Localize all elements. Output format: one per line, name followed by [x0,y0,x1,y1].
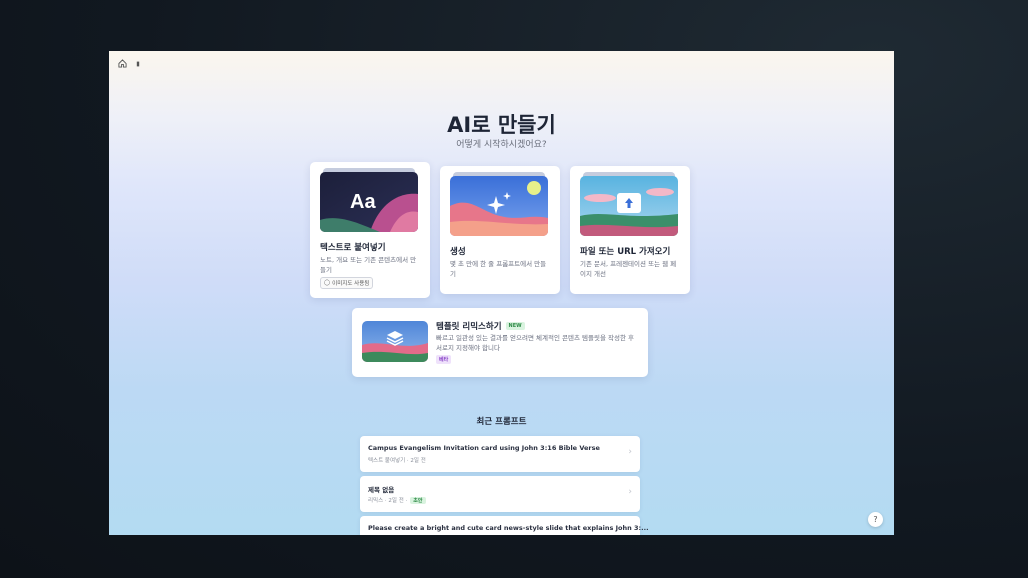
paste-text-card[interactable]: Aa 텍스트로 붙여넣기 노트, 개요 또는 기존 콘텐츠에서 만들기 ◯ 이미… [310,162,430,298]
chevron-right-icon: › [628,487,632,497]
help-button[interactable]: ? [868,512,883,527]
chevron-right-icon: › [628,447,632,457]
remix-template-card[interactable]: 템플릿 리믹스하기 NEW 빠르고 일관성 있는 결과를 얻으려면 체계적인 콘… [352,308,648,377]
chip-label: 이미지도 사용됨 [332,281,370,287]
generate-thumbnail [450,176,548,236]
recent-prompt-title: 제목 없음 [368,486,395,494]
paste-text-title: 텍스트로 붙여넣기 [320,243,386,253]
recent-prompt-title: Campus Evangelism Invitation card using … [368,444,600,452]
recent-prompt-meta: 리믹스 · 2일 전 · 초안 [368,496,426,504]
meta-text: 리믹스 · 2일 전 · [368,498,408,504]
aa-glyph: Aa [350,191,376,213]
images-used-chip: ◯ 이미지도 사용됨 [320,277,374,289]
recent-prompt-meta: 텍스트 붙여넣기 · 2일 전 [368,456,426,464]
remix-title-row: 템플릿 리믹스하기 NEW [436,320,525,332]
import-title: 파일 또는 URL 가져오기 [580,247,671,257]
draft-badge: 초안 [410,496,426,504]
meta-text: 텍스트 붙여넣기 · 2일 전 [368,458,426,464]
generate-card[interactable]: 생성 몇 초 만에 한 줄 프롬프트에서 만들기 [440,166,560,294]
recent-prompts-title: 최근 프롬프트 [476,417,527,427]
import-file-url-card[interactable]: 파일 또는 URL 가져오기 기존 문서, 프레젠테이션 또는 웹 페이지 개선 [570,166,690,294]
import-desc: 기존 문서, 프레젠테이션 또는 웹 페이지 개선 [580,260,677,278]
recent-prompt-title: Please create a bright and cute card new… [368,524,649,532]
menu-icon [136,61,140,66]
recent-prompt-item[interactable]: Campus Evangelism Invitation card using … [360,436,640,472]
recent-prompt-item[interactable]: 제목 없음 리믹스 · 2일 전 · 초안 › [360,476,640,512]
remix-title: 템플릿 리믹스하기 [436,322,502,332]
generate-title: 생성 [450,247,466,257]
page-subtitle: 어떻게 시작하시겠어요? [456,140,547,150]
remix-desc: 빠르고 일관성 있는 결과를 얻으려면 체계적인 콘텐츠 템플릿을 작성한 후 … [436,334,634,352]
import-thumbnail [580,176,678,236]
home-icon [118,59,127,68]
paste-text-desc: 노트, 개요 또는 기존 콘텐츠에서 만들기 [320,256,417,274]
page-title: AI로 만들기 [447,113,556,137]
beta-badge: 베타 [436,355,452,364]
remix-thumbnail [362,321,428,362]
new-badge: NEW [505,322,525,330]
generate-desc: 몇 초 만에 한 줄 프롬프트에서 만들기 [450,260,547,278]
paste-text-thumbnail: Aa [320,172,418,232]
image-icon: ◯ [324,280,331,286]
recent-prompt-item[interactable]: Please create a bright and cute card new… [360,516,649,535]
app-window: AI로 만들기 어떻게 시작하시겠어요? Aa 텍스트로 붙여넣기 노트, 개요… [109,51,894,535]
home-button[interactable] [118,59,141,68]
